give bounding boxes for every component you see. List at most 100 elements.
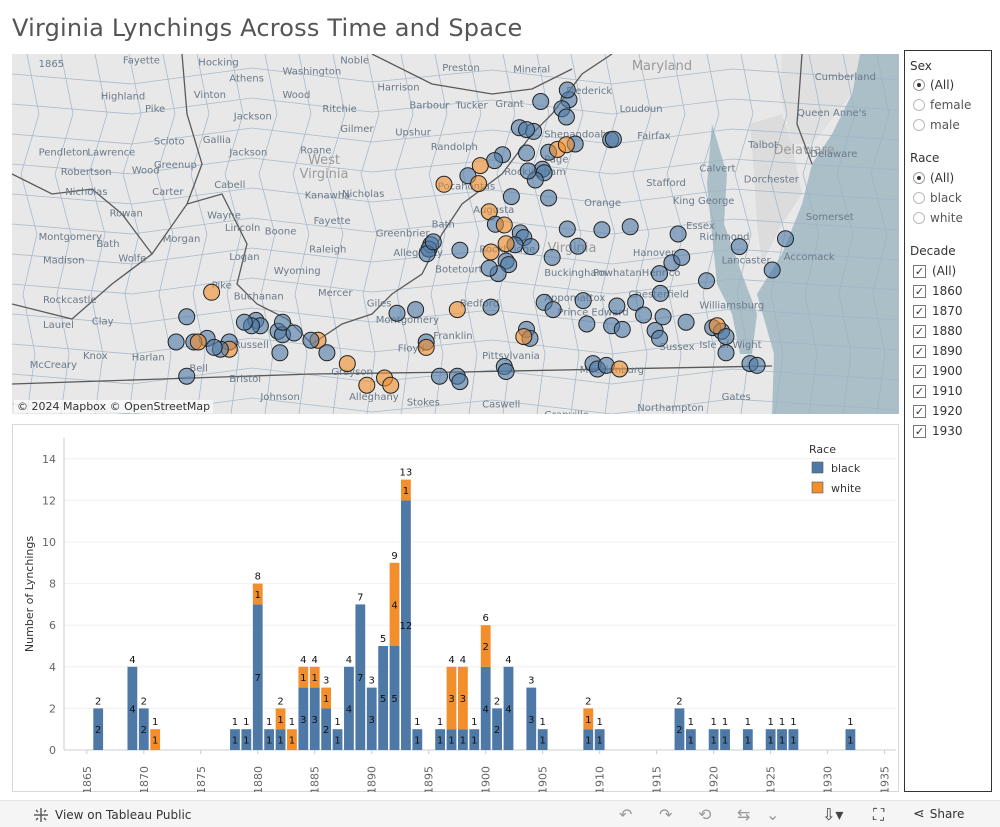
filter-decade-1880[interactable]: ✓ 1880 [913,323,963,339]
lynching-point[interactable] [382,376,400,394]
lynching-point[interactable] [451,241,469,259]
lynching-point[interactable] [495,216,513,234]
filter-decade-1910[interactable]: ✓ 1910 [913,383,963,399]
pause-icon[interactable]: ⌄ [766,805,779,824]
lynching-point[interactable] [540,189,558,207]
filter-decade-1860[interactable]: ✓ 1860 [913,283,963,299]
lynching-point[interactable] [557,136,575,154]
lynching-point[interactable] [358,376,376,394]
lynching-point[interactable] [651,329,668,347]
lynching-point[interactable] [698,272,715,290]
lynching-point[interactable] [557,108,575,126]
bar-segment-label: 1 [688,736,694,747]
lynching-point[interactable] [519,162,537,180]
bar-segment-label: 1 [448,736,454,747]
lynching-point[interactable] [574,292,592,310]
lynching-point[interactable] [235,313,253,331]
filter-sex-female[interactable]: female [913,97,971,113]
lynching-point[interactable] [502,188,520,206]
lynching-point[interactable] [558,81,576,99]
lynching-point[interactable] [482,298,500,316]
lynching-point[interactable] [532,93,550,110]
lynching-point[interactable] [604,130,622,148]
fullscreen-icon[interactable]: ⛶ [873,805,884,825]
filter-sex-male[interactable]: male [913,117,960,133]
share-button[interactable]: ⋖ Share [913,806,964,822]
revert-icon[interactable]: ⟲ [698,805,711,824]
lynching-point[interactable] [482,243,500,261]
filter-race-all[interactable]: (All) [913,170,954,186]
lynching-point[interactable] [407,301,425,319]
lynching-point[interactable] [518,144,535,162]
map-place-label: Nicholas [342,189,384,200]
lynching-point[interactable] [669,225,687,243]
lynching-point[interactable] [544,301,562,319]
lynching-point[interactable] [271,344,289,362]
filter-option-label: 1930 [932,424,963,438]
lynching-point[interactable] [777,230,794,248]
filter-decade-1870[interactable]: ✓ 1870 [913,303,963,319]
lynching-point[interactable] [748,356,766,374]
undo-icon[interactable]: ↶ [619,805,632,824]
lynching-point[interactable] [302,331,320,349]
lynching-point[interactable] [480,259,498,277]
filter-decade-1930[interactable]: ✓ 1930 [913,423,963,439]
lynching-point[interactable] [178,367,196,385]
lynching-point[interactable] [417,338,435,356]
filter-race-white[interactable]: white [913,210,963,226]
lynching-point[interactable] [497,363,515,380]
map-place-label: Cabell [214,180,245,191]
refresh-icon[interactable]: ⇆ [737,805,750,824]
lynching-point[interactable] [717,344,735,362]
filter-decade-1920[interactable]: ✓ 1920 [913,403,963,419]
redo-icon[interactable]: ↷ [659,805,672,824]
lynching-point[interactable] [431,367,448,385]
lynching-point[interactable] [338,355,356,373]
lynching-point[interactable] [515,328,533,346]
lynching-point[interactable] [318,344,336,362]
lynching-point[interactable] [543,248,561,266]
lynching-point[interactable] [651,265,668,283]
lynching-point[interactable] [673,248,691,266]
lynching-point[interactable] [635,306,652,324]
lynching-point[interactable] [448,301,466,319]
lynching-point[interactable] [189,333,207,351]
lynching-point[interactable] [518,121,535,139]
view-on-tableau-public-link[interactable]: View on Tableau Public [33,807,191,823]
lynching-point[interactable] [578,315,596,333]
lynching-point[interactable] [611,360,629,378]
lynching-point[interactable] [651,284,669,302]
lynching-point[interactable] [497,235,515,253]
lynching-point[interactable] [451,373,469,391]
download-icon[interactable]: ⇩▾ [822,805,843,824]
lynching-point[interactable] [178,308,196,326]
lynching-point[interactable] [763,261,781,279]
lynching-point[interactable] [621,218,639,236]
lynching-point[interactable] [424,233,442,251]
lynching-point[interactable] [593,221,611,239]
lynching-point[interactable] [569,237,587,255]
lynching-point[interactable] [677,313,695,331]
lynching-point[interactable] [730,238,748,256]
map-canvas[interactable]: MarylandWestVirginiaVirginiaDelaware1865… [12,54,899,414]
lynching-point[interactable] [608,297,626,315]
lynching-point[interactable] [470,175,488,193]
lynching-point[interactable] [486,152,503,170]
filter-sex-all[interactable]: (All) [913,77,954,93]
filter-decade-1890[interactable]: ✓ 1890 [913,343,963,359]
lynching-point[interactable] [435,175,453,193]
lynching-point[interactable] [613,320,631,338]
lynching-point[interactable] [203,283,221,301]
lynching-point[interactable] [167,333,185,351]
map-place-label: Lincoln [225,223,260,234]
lynching-point[interactable] [558,220,576,238]
lynching-point[interactable] [285,324,303,342]
filter-decade-all[interactable]: ✓ (All) [913,263,956,279]
map[interactable]: MarylandWestVirginiaVirginiaDelaware1865… [12,54,899,414]
lynching-point[interactable] [388,304,406,322]
lynching-point[interactable] [717,328,735,346]
lynching-point[interactable] [205,338,223,356]
filter-decade-1900[interactable]: ✓ 1900 [913,363,963,379]
lynching-point[interactable] [522,238,540,256]
filter-race-black[interactable]: black [913,190,962,206]
